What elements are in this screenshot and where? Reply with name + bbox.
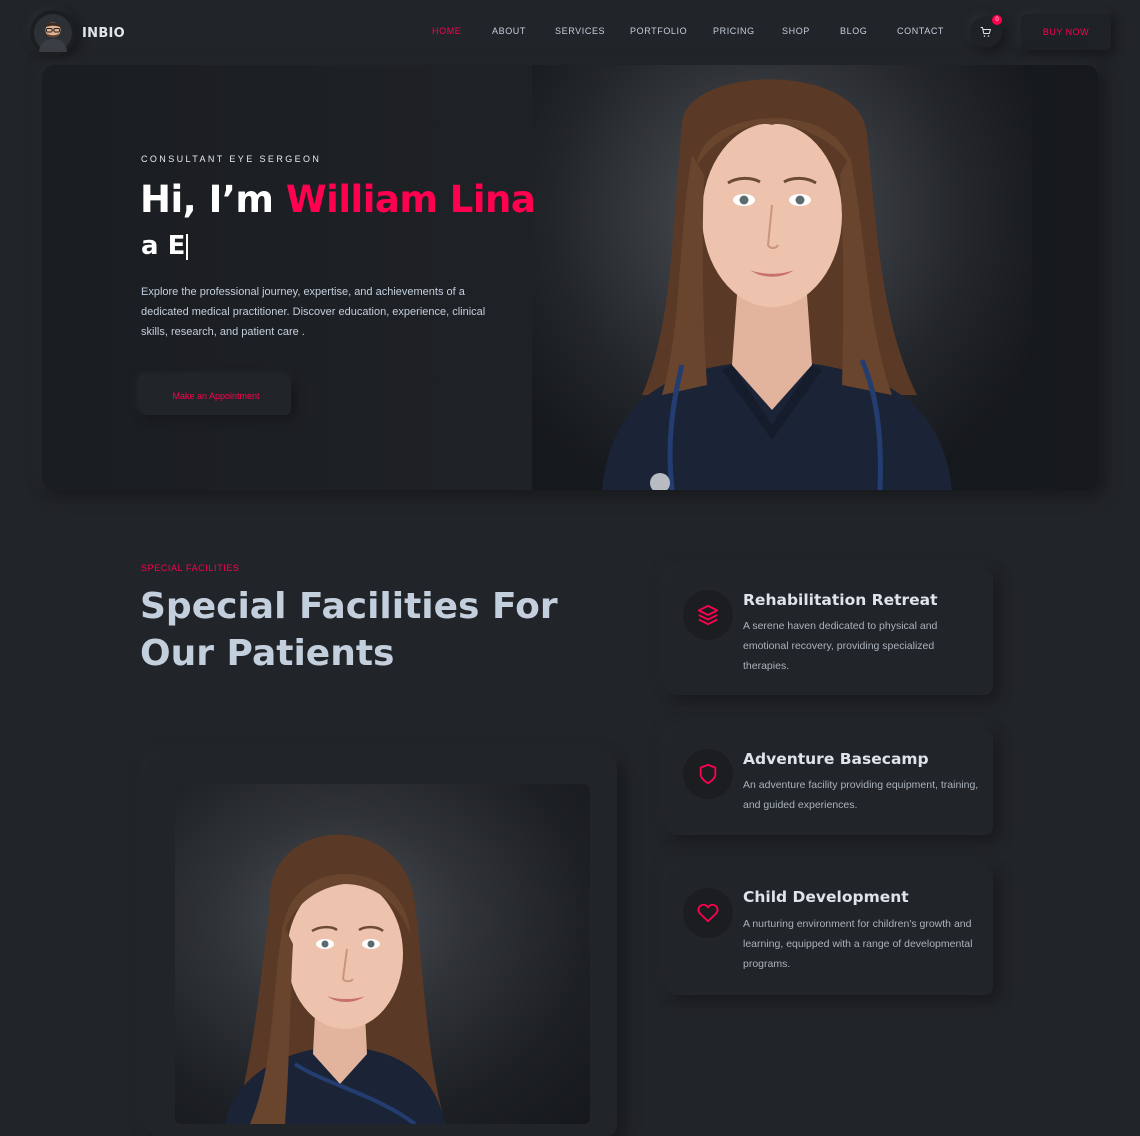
- doctor-portrait-illustration: [602, 79, 952, 490]
- section-label: SPECIAL FACILITIES: [141, 563, 240, 573]
- doctor-portrait-illustration-2: [225, 834, 445, 1124]
- facility-card[interactable]: Adventure Basecamp An adventure facility…: [668, 730, 993, 835]
- facility-description: A nurturing environment for children's g…: [743, 918, 973, 970]
- hero-title: Hi, I’m William Lina: [140, 178, 536, 221]
- main-nav: HOME ABOUT SERVICES PORTFOLIO PRICING SH…: [0, 26, 1140, 40]
- nav-services[interactable]: SERVICES: [555, 26, 605, 36]
- nav-contact[interactable]: CONTACT: [897, 26, 944, 36]
- nav-blog[interactable]: BLOG: [840, 26, 867, 36]
- typed-text: a E: [141, 231, 186, 261]
- typing-cursor: [186, 233, 189, 260]
- facility-card[interactable]: Child Development A nurturing environmen…: [668, 868, 993, 995]
- heart-icon: [683, 888, 733, 938]
- hero-typed-text: a E: [141, 231, 189, 261]
- buy-now-button[interactable]: BUY NOW: [1021, 14, 1111, 50]
- facility-doctor-photo: [175, 784, 590, 1124]
- shield-icon: [683, 749, 733, 799]
- nav-portfolio[interactable]: PORTFOLIO: [630, 26, 687, 36]
- make-appointment-button[interactable]: Make an Appointment: [141, 377, 291, 415]
- facility-title: Adventure Basecamp: [743, 750, 929, 768]
- cart-count-badge: 0: [992, 15, 1002, 25]
- hero-banner: CONSULTANT EYE SERGEON Hi, I’m William L…: [42, 65, 1098, 490]
- nav-home[interactable]: HOME: [432, 26, 461, 36]
- cart-button[interactable]: 0: [970, 15, 1002, 48]
- facility-title: Child Development: [743, 888, 909, 906]
- nav-shop[interactable]: SHOP: [782, 26, 810, 36]
- facility-description: A serene haven dedicated to physical and…: [743, 620, 938, 672]
- site-header: INBIO HOME ABOUT SERVICES PORTFOLIO PRIC…: [0, 0, 1140, 64]
- layers-icon: [683, 590, 733, 640]
- cart-icon: [980, 27, 991, 37]
- hero-subtitle: CONSULTANT EYE SERGEON: [141, 154, 322, 164]
- section-title: Special Facilities For Our Patients: [140, 586, 558, 674]
- facility-title: Rehabilitation Retreat: [743, 591, 938, 609]
- hero-greeting: Hi, I’m: [140, 178, 286, 221]
- facility-card[interactable]: Rehabilitation Retreat A serene haven de…: [668, 570, 993, 695]
- hero-name: William Lina: [285, 178, 536, 221]
- hero-doctor-photo: [532, 65, 1032, 490]
- hero-description: Explore the professional journey, expert…: [141, 286, 486, 338]
- facility-description: An adventure facility providing equipmen…: [743, 779, 979, 811]
- nav-pricing[interactable]: PRICING: [713, 26, 755, 36]
- nav-about[interactable]: ABOUT: [492, 26, 526, 36]
- facility-photo-frame: [147, 756, 617, 1136]
